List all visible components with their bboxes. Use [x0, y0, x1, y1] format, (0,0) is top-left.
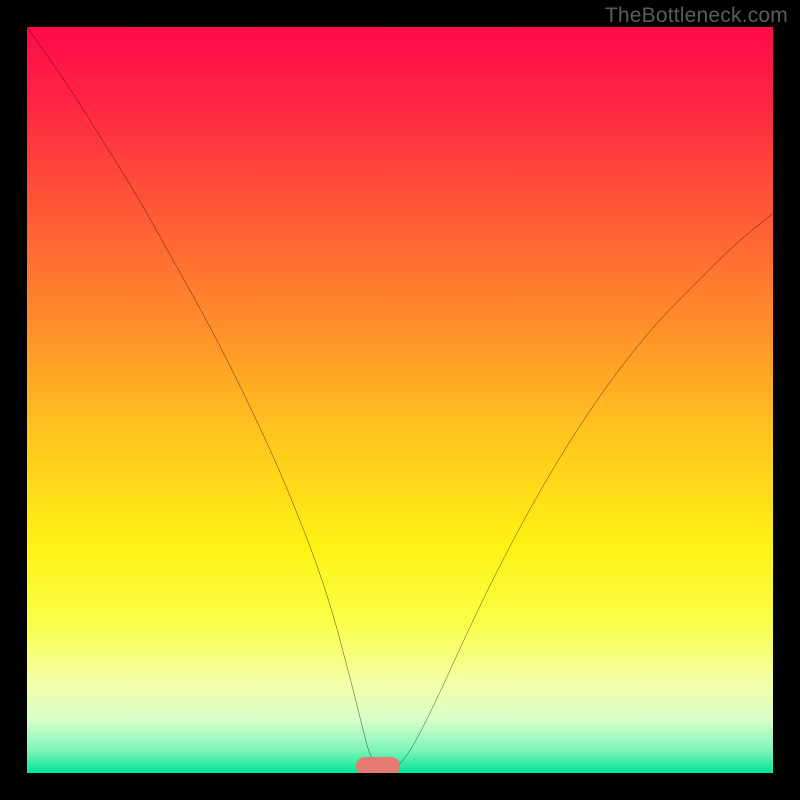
bottleneck-curve — [27, 27, 773, 773]
minimum-marker — [356, 757, 400, 773]
chart-frame: TheBottleneck.com — [0, 0, 800, 800]
plot-area — [27, 27, 773, 773]
watermark-text: TheBottleneck.com — [605, 4, 788, 28]
